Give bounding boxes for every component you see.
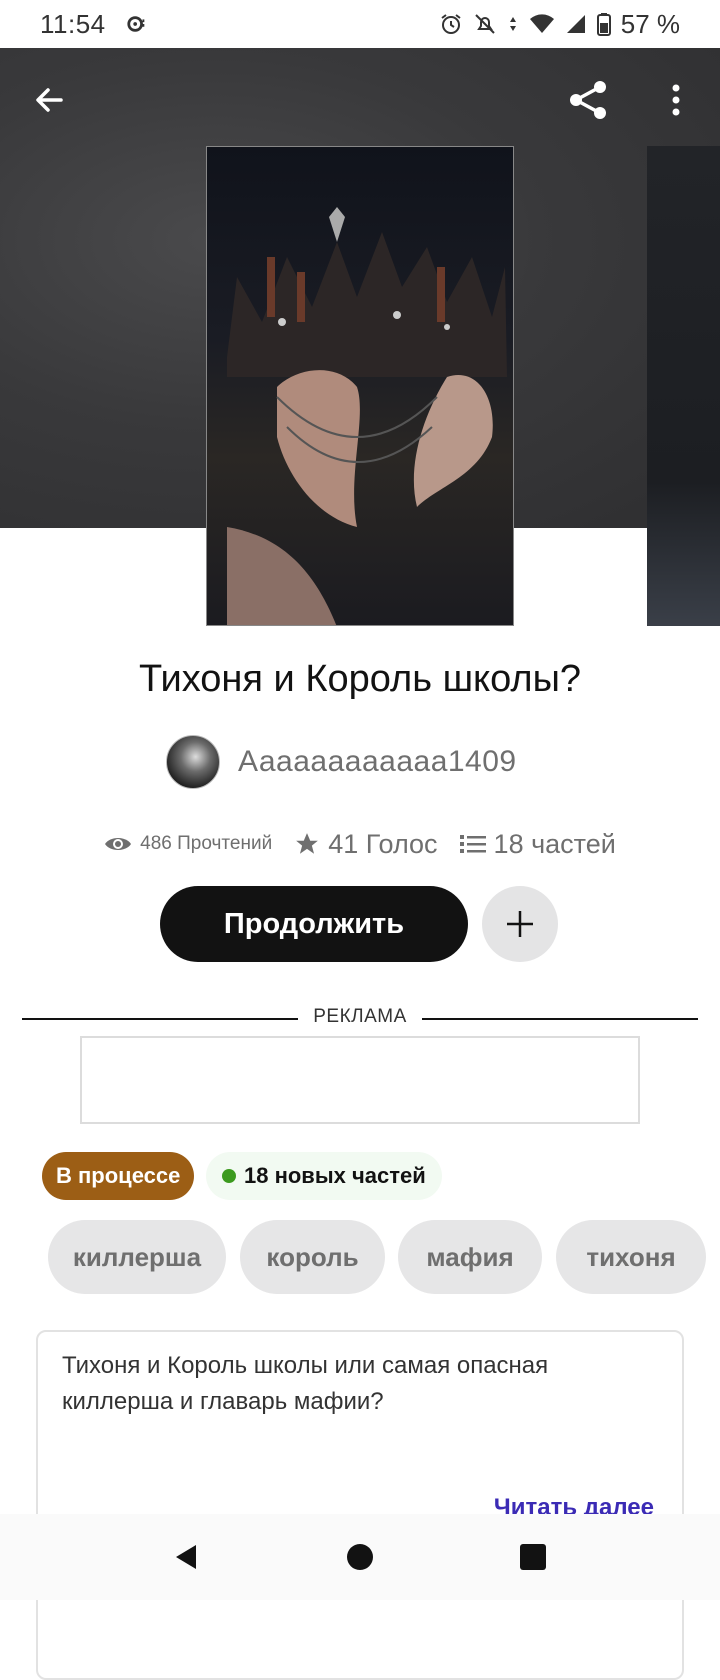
status-time: 11:54 [40,8,106,39]
new-parts-badge: 18 новых частей [206,1152,442,1200]
ad-divider-left [22,1018,298,1020]
crown-hands-illustration [227,207,507,625]
next-story-cover[interactable] [647,146,720,626]
plus-icon [507,911,533,937]
eye-icon [105,838,132,850]
tag-chip[interactable]: король [240,1220,385,1294]
story-stats: 486 Прочтений 41 Голос 18 частей [0,822,720,866]
nav-back-button[interactable] [157,1527,217,1587]
author-name[interactable]: Аааааааааааа1409 [238,745,517,779]
wifi-icon [529,14,554,33]
nav-home-button[interactable] [330,1527,390,1587]
battery-level: 57 % [620,8,680,39]
signal-icon [566,15,585,33]
reads-count: 486 Прочтений [140,833,273,854]
share-button[interactable] [560,72,616,128]
add-to-library-button[interactable] [482,886,558,962]
alarm-icon [441,14,461,34]
continue-reading-button[interactable]: Продолжить [160,886,468,962]
more-options-button[interactable] [648,72,704,128]
nav-recents-icon [520,1544,547,1570]
share-icon [570,81,606,119]
nav-recents-button[interactable] [503,1527,563,1587]
parts-stat: 18 частей [459,828,616,860]
battery-icon [596,13,611,36]
star-icon [296,833,319,854]
author-row[interactable]: Аааааааааааа1409 [166,734,517,790]
new-parts-label: 18 новых частей [244,1163,426,1188]
more-vert-icon [672,84,680,116]
nav-home-icon [346,1544,373,1570]
arrow-left-icon [36,88,63,112]
votes-count: 41 Голос [328,828,438,859]
votes-stat: 41 Голос [294,828,438,860]
notification-icon [127,16,144,32]
parts-count: 18 частей [493,828,616,859]
story-description: Тихоня и Король школы или самая опасная … [62,1352,549,1415]
ad-placeholder[interactable] [80,1036,640,1124]
reads-stat: 486 Прочтений [104,833,272,855]
list-icon [459,835,486,853]
author-avatar[interactable] [166,735,220,789]
tag-chip[interactable]: тихоня [556,1220,706,1294]
story-cover-image[interactable] [206,146,514,626]
data-icon [509,17,516,31]
story-status-badge: В процессе [42,1152,195,1200]
status-bar: 11:54 57 % [0,0,720,48]
tag-list: киллерша король мафия тихоня [0,1220,720,1294]
story-title: Тихоня и Король школы? [138,658,582,700]
status-icons: 57 % [439,9,680,40]
mute-icon [475,14,495,34]
new-parts-dot [222,1169,236,1183]
ad-label: РЕКЛАМА [313,1006,407,1027]
tag-chip[interactable]: мафия [398,1220,542,1294]
back-button[interactable] [21,72,77,128]
nav-back-icon [175,1545,196,1569]
ad-divider-right [422,1018,698,1020]
system-nav-bar [0,1514,720,1600]
tag-chip[interactable]: киллерша [48,1220,226,1294]
